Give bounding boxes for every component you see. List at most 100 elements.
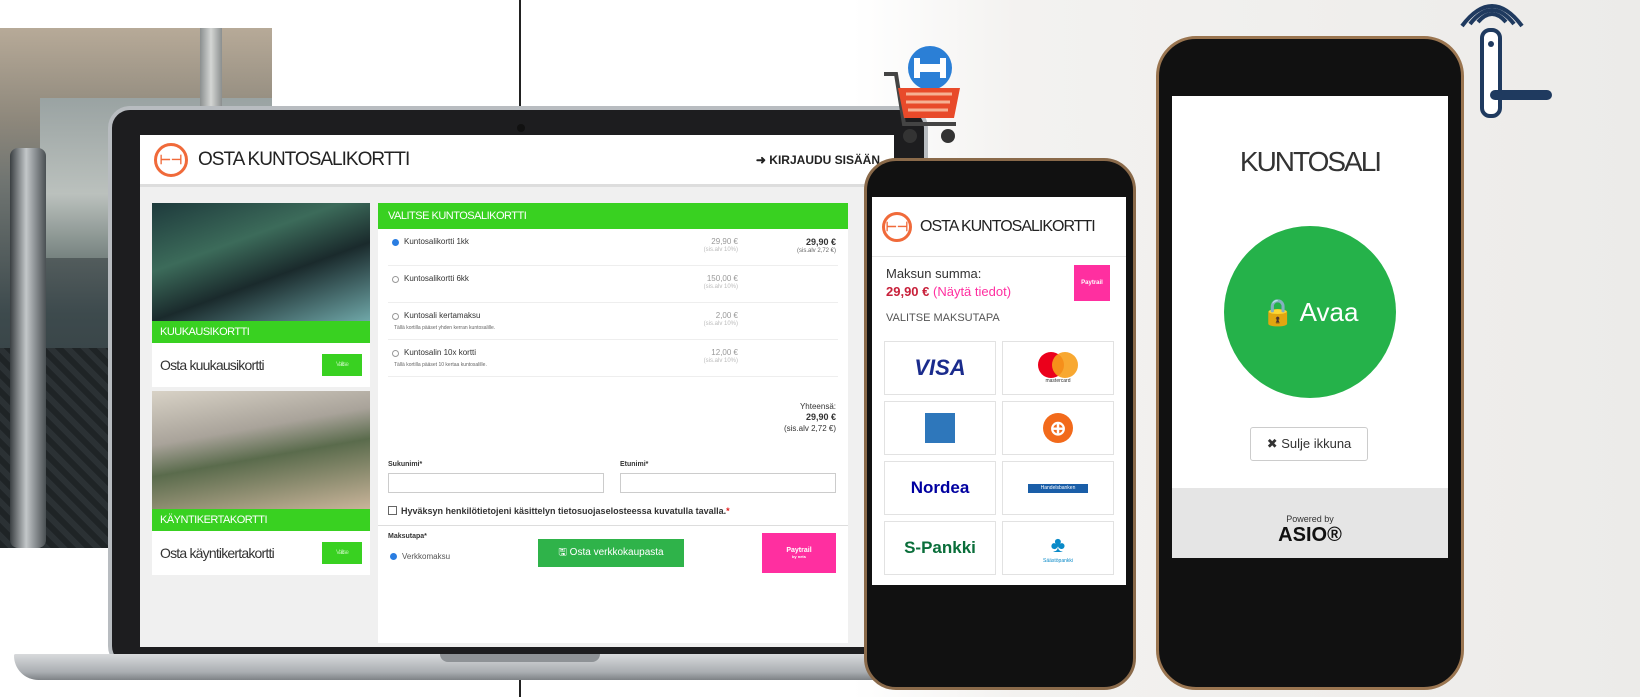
product-vat: (sis.alv 10%) (703, 358, 738, 364)
payment-summary: Maksun summa: 29,90 € (Näytä tiedot) (886, 265, 1011, 301)
amex-icon (925, 413, 955, 443)
gym-photo (152, 203, 370, 321)
product-row[interactable]: Kuntosalikortti 6kk 150,00 € (sis.alv 10… (388, 266, 838, 303)
pay-amex[interactable] (884, 401, 996, 455)
payment-option: Verkkomaksu (402, 552, 451, 561)
product-description: Tällä kortilla pääset yhden kerran kunto… (394, 325, 496, 331)
product-row[interactable]: Kuntosalikortti 1kk 29,90 € (sis.alv 10%… (388, 229, 838, 266)
lastname-label: Sukunimi* (388, 461, 423, 468)
product-description: Tällä kortilla pääset 10 kertaa kuntosal… (394, 362, 487, 368)
pay-nordea[interactable]: Nordea (884, 461, 996, 515)
product-name: Kuntosalikortti 6kk (404, 274, 469, 283)
total-vat: (sis.alv 2,72 €) (783, 424, 836, 433)
product-price: 12,00 € (711, 348, 738, 357)
gym-photo (152, 391, 370, 509)
radio-unselected[interactable] (392, 313, 399, 320)
phone-door-screen: KUNTOSALI 🔒 Avaa ✖ Sulje ikkuna Powered … (1172, 96, 1448, 558)
purchase-form: VALITSE KUNTOSALIKORTTI Kuntosalikortti … (378, 203, 848, 643)
pay-spankki[interactable]: S-Pankki (884, 521, 996, 575)
card-visit: KÄYNTIKERTAKORTTI Osta käyntikertakortti… (152, 391, 370, 575)
photo-turnstile (10, 148, 46, 548)
dumbbell-icon: ⊢⊣ (154, 142, 188, 177)
product-vat: (sis.alv 10%) (703, 284, 738, 290)
form-header: VALITSE KUNTOSALIKORTTI (378, 203, 848, 229)
mastercard-icon (1038, 352, 1078, 378)
card-label: KÄYNTIKERTAKORTTI (152, 509, 370, 531)
consent-checkbox[interactable] (388, 506, 397, 515)
product-row[interactable]: Kuntosali kertamaksu Tällä kortilla pääs… (388, 303, 838, 340)
laptop-notch (440, 654, 600, 662)
paytrail-name: Paytrail (1081, 280, 1103, 286)
payment-method-title: VALITSE MAKSUTAPA (886, 312, 1000, 324)
payment-radio[interactable] (390, 553, 397, 560)
product-row[interactable]: Kuntosalin 10x kortti Tällä kortilla pää… (388, 340, 838, 377)
page-title: OSTA KUNTOSALIKORTTI (198, 148, 410, 170)
card-label: KUUKAUSIKORTTI (152, 321, 370, 343)
row-total: 29,90 € (805, 237, 836, 247)
radio-unselected[interactable] (392, 350, 399, 357)
visa-logo: VISA (914, 355, 966, 380)
paytrail-logo: Paytrail (1074, 265, 1110, 301)
sum-label: Maksun summa: (886, 266, 982, 281)
phone-payment-screen: ⊢⊣ OSTA KUNTOSALIKORTTI Maksun summa: 29… (872, 197, 1126, 585)
shopping-cart-icon (884, 46, 960, 143)
product-name: Kuntosalin 10x kortti (404, 348, 477, 357)
product-vat: (sis.alv 10%) (703, 247, 738, 253)
powered-by-text: Powered by (1286, 514, 1334, 524)
spankki-logo: S-Pankki (904, 538, 976, 557)
door-card: KUNTOSALI 🔒 Avaa ✖ Sulje ikkuna (1172, 96, 1448, 488)
select-button[interactable]: Valitse (322, 542, 362, 564)
laptop-camera (517, 124, 525, 132)
login-link[interactable]: ➜ KIRJAUDU SISÄÄN (756, 153, 880, 167)
laptop-screen: ⊢⊣ OSTA KUNTOSALIKORTTI ➜ KIRJAUDU SISÄÄ… (140, 135, 894, 647)
total-value: 29,90 € (805, 412, 836, 422)
sum-amount: 29,90 € (886, 284, 930, 299)
phone-header: ⊢⊣ OSTA KUNTOSALIKORTTI (872, 197, 1126, 257)
consent-checkbox-row[interactable]: Hyväksyn henkilötietojeni käsittelyn tie… (388, 506, 730, 516)
dumbbell-icon: ⊢⊣ (882, 211, 912, 242)
paytrail-logo: Paytrail by nets (762, 533, 836, 573)
laptop-header: ⊢⊣ OSTA KUNTOSALIKORTTI ➜ KIRJAUDU SISÄÄ… (140, 135, 894, 187)
pay-mastercard[interactable]: mastercard (1002, 341, 1114, 395)
smart-lock-icon (1460, 4, 1552, 118)
paytrail-sub: by nets (791, 554, 806, 559)
door-title: KUNTOSALI (1239, 146, 1382, 177)
card-body: Osta kuukausikortti Valitse (152, 343, 370, 387)
saastopankki-icon: ♣ (1050, 532, 1066, 557)
firstname-label: Etunimi* (620, 461, 649, 468)
pay-visa[interactable]: VISA (884, 341, 996, 395)
paytrail-name: Paytrail (786, 547, 812, 554)
pay-saastopankki[interactable]: ♣ Säästöpankki (1002, 521, 1114, 575)
card-text: Osta käyntikertakortti (160, 545, 275, 561)
open-door-button[interactable]: 🔒 Avaa (1224, 226, 1396, 398)
radio-unselected[interactable] (392, 276, 399, 283)
consent-text: Hyväksyn henkilötietojeni käsittelyn tie… (401, 506, 727, 516)
radio-selected[interactable] (392, 239, 399, 246)
handelsbanken-logo: Handelsbanken (1028, 483, 1088, 493)
buy-online-button[interactable]: 🖫 Osta verkkokaupasta (538, 539, 684, 567)
nordea-logo: Nordea (910, 478, 970, 497)
select-button[interactable]: Valitse (322, 354, 362, 376)
card-text: Osta kuukausikortti (160, 357, 265, 373)
payment-methods-grid: VISA mastercard ⊕ Nordea Handelsbanken S… (884, 341, 1114, 575)
product-price: 2,00 € (715, 311, 738, 320)
product-price: 29,90 € (711, 237, 738, 246)
pay-op[interactable]: ⊕ (1002, 401, 1114, 455)
product-price: 150,00 € (706, 274, 738, 283)
row-total-vat: (sis.alv 2,72 €) (796, 248, 836, 254)
phone-title: OSTA KUNTOSALIKORTTI (920, 217, 1096, 235)
order-total: Yhteensä: 29,90 € (sis.alv 2,72 €) (784, 401, 836, 434)
close-window-button[interactable]: ✖ Sulje ikkuna (1250, 427, 1368, 461)
firstname-input[interactable] (620, 473, 836, 493)
op-icon: ⊕ (1043, 413, 1073, 443)
card-monthly: KUUKAUSIKORTTI Osta kuukausikortti Valit… (152, 203, 370, 387)
card-body: Osta käyntikertakortti Valitse (152, 531, 370, 575)
lastname-input[interactable] (388, 473, 604, 493)
product-name: Kuntosalikortti 1kk (404, 237, 469, 246)
saastopankki-text: Säästöpankki (1042, 558, 1074, 564)
product-name: Kuntosali kertamaksu (404, 311, 481, 320)
payment-method-label: Maksutapa* (388, 533, 427, 540)
show-details-link[interactable]: (Näytä tiedot) (933, 284, 1011, 299)
asio-logo: ASIO® (1278, 524, 1342, 546)
pay-handelsbanken[interactable]: Handelsbanken (1002, 461, 1114, 515)
